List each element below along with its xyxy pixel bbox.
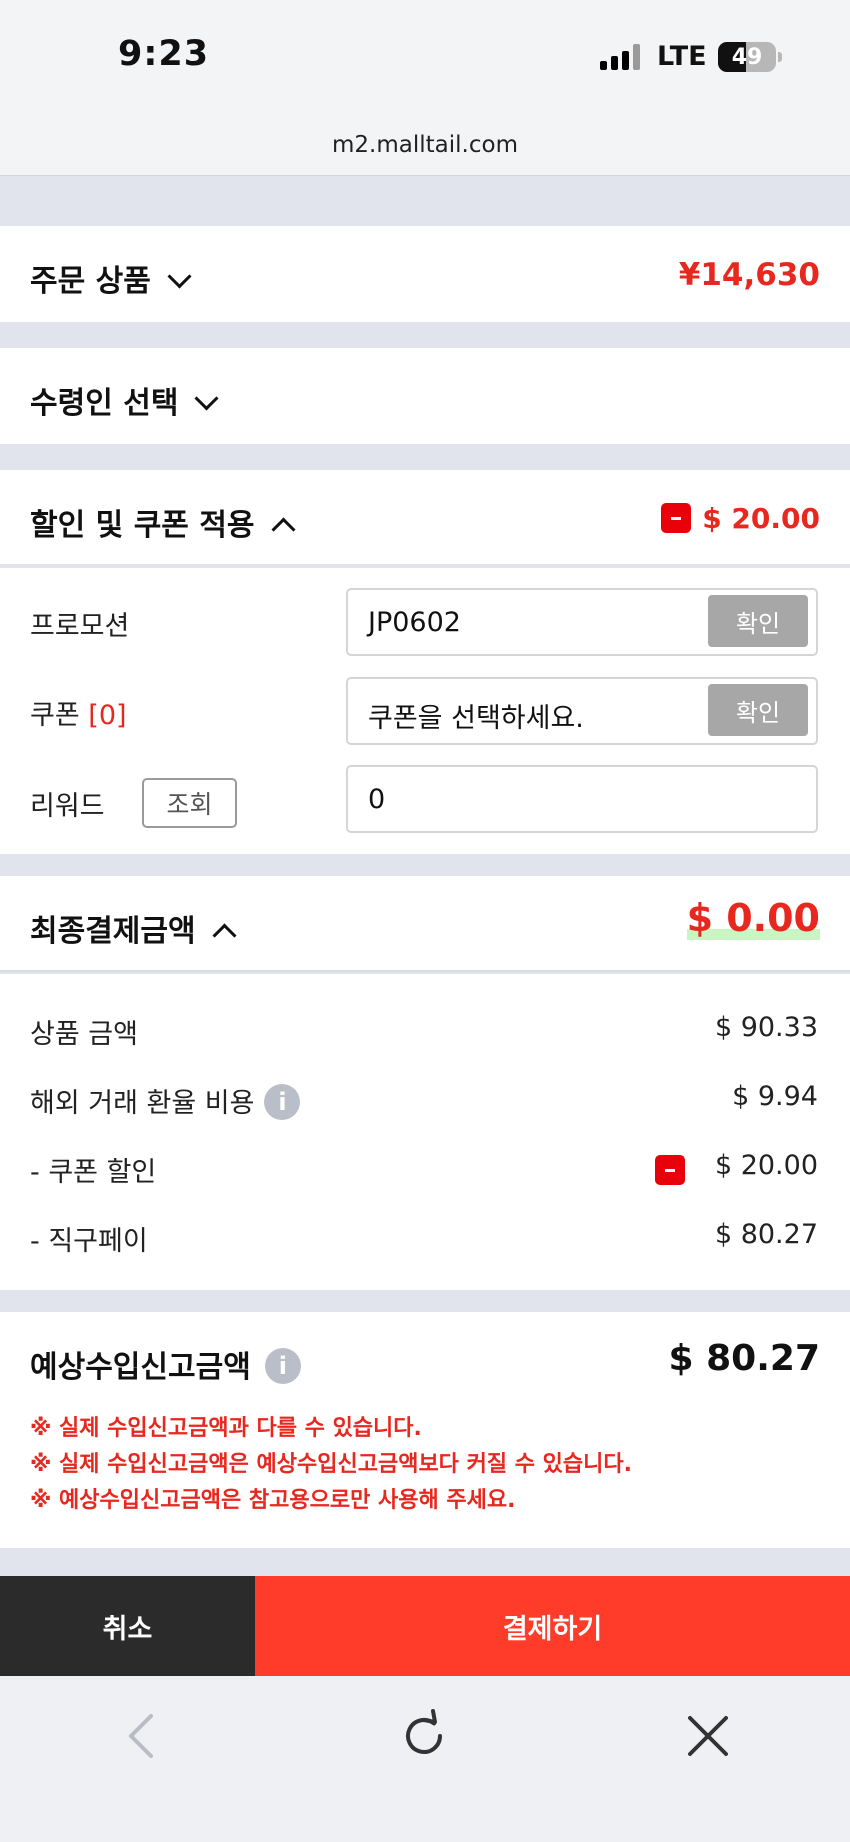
reward-lookup-button[interactable]: 조회 bbox=[142, 778, 237, 828]
coupon-discount-label: - 쿠폰 할인 bbox=[30, 1157, 157, 1188]
direct-pay-label: - 직구페이 bbox=[30, 1226, 148, 1257]
minus-icon bbox=[661, 503, 691, 533]
signal-icon bbox=[600, 44, 642, 70]
reward-label-wrap: 리워드 조회 bbox=[30, 774, 270, 830]
final-payment-title: 최종결제금액 bbox=[30, 914, 196, 949]
discount-amount: $ 20.00 bbox=[702, 502, 820, 535]
battery-tip bbox=[778, 52, 782, 62]
fx-fee-label-wrap: 해외 거래 환율 비용 i bbox=[30, 1081, 301, 1123]
customs-header: 예상수입신고금액 i bbox=[30, 1342, 301, 1387]
coupon-confirm-button[interactable]: 확인 bbox=[708, 684, 808, 736]
chevron-up-icon bbox=[271, 517, 296, 542]
reward-input[interactable]: 0 bbox=[346, 765, 818, 833]
chevron-up-icon bbox=[212, 923, 237, 948]
browser-toolbar bbox=[0, 1676, 850, 1842]
fx-fee-label: 해외 거래 환율 비용 bbox=[30, 1088, 255, 1119]
product-amount-value: $ 90.33 bbox=[714, 1012, 818, 1043]
url-text: m2.malltail.com bbox=[332, 132, 518, 158]
info-icon[interactable]: i bbox=[264, 1347, 301, 1384]
customs-amount: $ 80.27 bbox=[668, 1338, 820, 1379]
discount-title: 할인 및 쿠폰 적용 bbox=[30, 508, 255, 543]
promotion-label: 프로모션 bbox=[30, 611, 130, 642]
customs-title: 예상수입신고금액 bbox=[30, 1350, 251, 1385]
discount-section-header[interactable]: 할인 및 쿠폰 적용 $ 20.00 bbox=[0, 470, 850, 566]
reward-label: 리워드 bbox=[30, 791, 105, 822]
cancel-button[interactable]: 취소 bbox=[0, 1576, 255, 1676]
direct-pay-value: $ 80.27 bbox=[714, 1219, 818, 1250]
coupon-label-wrap: 쿠폰 [0] bbox=[30, 693, 127, 732]
final-payment-body: 상품 금액 $ 90.33 해외 거래 환율 비용 i $ 9.94 - 쿠폰 할… bbox=[0, 974, 850, 1290]
final-payment-amount-text: $ 0.00 bbox=[686, 896, 820, 940]
minus-icon bbox=[655, 1155, 685, 1185]
battery-level: 49 bbox=[731, 45, 763, 70]
reload-icon[interactable] bbox=[394, 1706, 454, 1766]
coupon-select-value: 쿠폰을 선택하세요. bbox=[368, 703, 584, 734]
clock: 9:23 bbox=[118, 34, 210, 74]
discount-body: 프로모션 JP0602 확인 쿠폰 [0] 쿠폰을 선택하세요. 확인 리워드 … bbox=[0, 568, 850, 854]
promotion-field[interactable]: JP0602 확인 bbox=[346, 588, 818, 656]
coupon-label: 쿠폰 bbox=[30, 700, 80, 731]
coupon-discount-value: $ 20.00 bbox=[714, 1150, 818, 1181]
promotion-input-value: JP0602 bbox=[368, 607, 461, 638]
customs-section: 예상수입신고금액 i $ 80.27 ※ 실제 수입신고금액과 다를 수 있습니다… bbox=[0, 1312, 850, 1548]
back-icon[interactable] bbox=[113, 1706, 173, 1766]
order-items-amount: ¥14,630 bbox=[678, 257, 820, 293]
fx-fee-value: $ 9.94 bbox=[732, 1081, 818, 1112]
final-payment-header-section[interactable]: 최종결제금액 $ 0.00 bbox=[0, 876, 850, 972]
reward-input-value: 0 bbox=[368, 784, 386, 815]
coupon-count: [0] bbox=[88, 700, 127, 731]
discount-header[interactable]: 할인 및 쿠폰 적용 bbox=[30, 500, 296, 544]
network-type: LTE bbox=[657, 41, 707, 72]
recipient-section[interactable]: 수령인 선택 bbox=[0, 348, 850, 444]
pay-button[interactable]: 결제하기 bbox=[255, 1576, 850, 1676]
order-items-header[interactable]: 주문 상품 bbox=[30, 256, 192, 300]
order-items-title: 주문 상품 bbox=[30, 264, 151, 299]
address-bar[interactable]: m2.malltail.com bbox=[0, 118, 850, 176]
product-amount-label: 상품 금액 bbox=[30, 1019, 138, 1050]
chevron-down-icon bbox=[194, 386, 219, 411]
coupon-select[interactable]: 쿠폰을 선택하세요. 확인 bbox=[346, 677, 818, 745]
info-icon[interactable]: i bbox=[264, 1083, 301, 1120]
customs-notice-1: ※ 실제 수입신고금액과 다를 수 있습니다. bbox=[30, 1416, 422, 1441]
recipient-header[interactable]: 수령인 선택 bbox=[30, 378, 219, 422]
promotion-confirm-button[interactable]: 확인 bbox=[708, 595, 808, 647]
customs-notice-3: ※ 예상수입신고금액은 참고용으로만 사용해 주세요. bbox=[30, 1488, 516, 1513]
chevron-down-icon bbox=[167, 264, 192, 289]
close-icon[interactable] bbox=[678, 1706, 738, 1766]
final-payment-header[interactable]: 최종결제금액 bbox=[30, 906, 237, 950]
final-payment-amount: $ 0.00 bbox=[686, 896, 820, 940]
customs-notice-2: ※ 실제 수입신고금액은 예상수입신고금액보다 커질 수 있습니다. bbox=[30, 1452, 632, 1477]
recipient-title: 수령인 선택 bbox=[30, 386, 179, 421]
order-items-section[interactable]: 주문 상품 ¥14,630 bbox=[0, 226, 850, 322]
battery-icon: 49 bbox=[718, 42, 776, 72]
status-bar: 9:23 LTE 49 bbox=[0, 0, 850, 118]
